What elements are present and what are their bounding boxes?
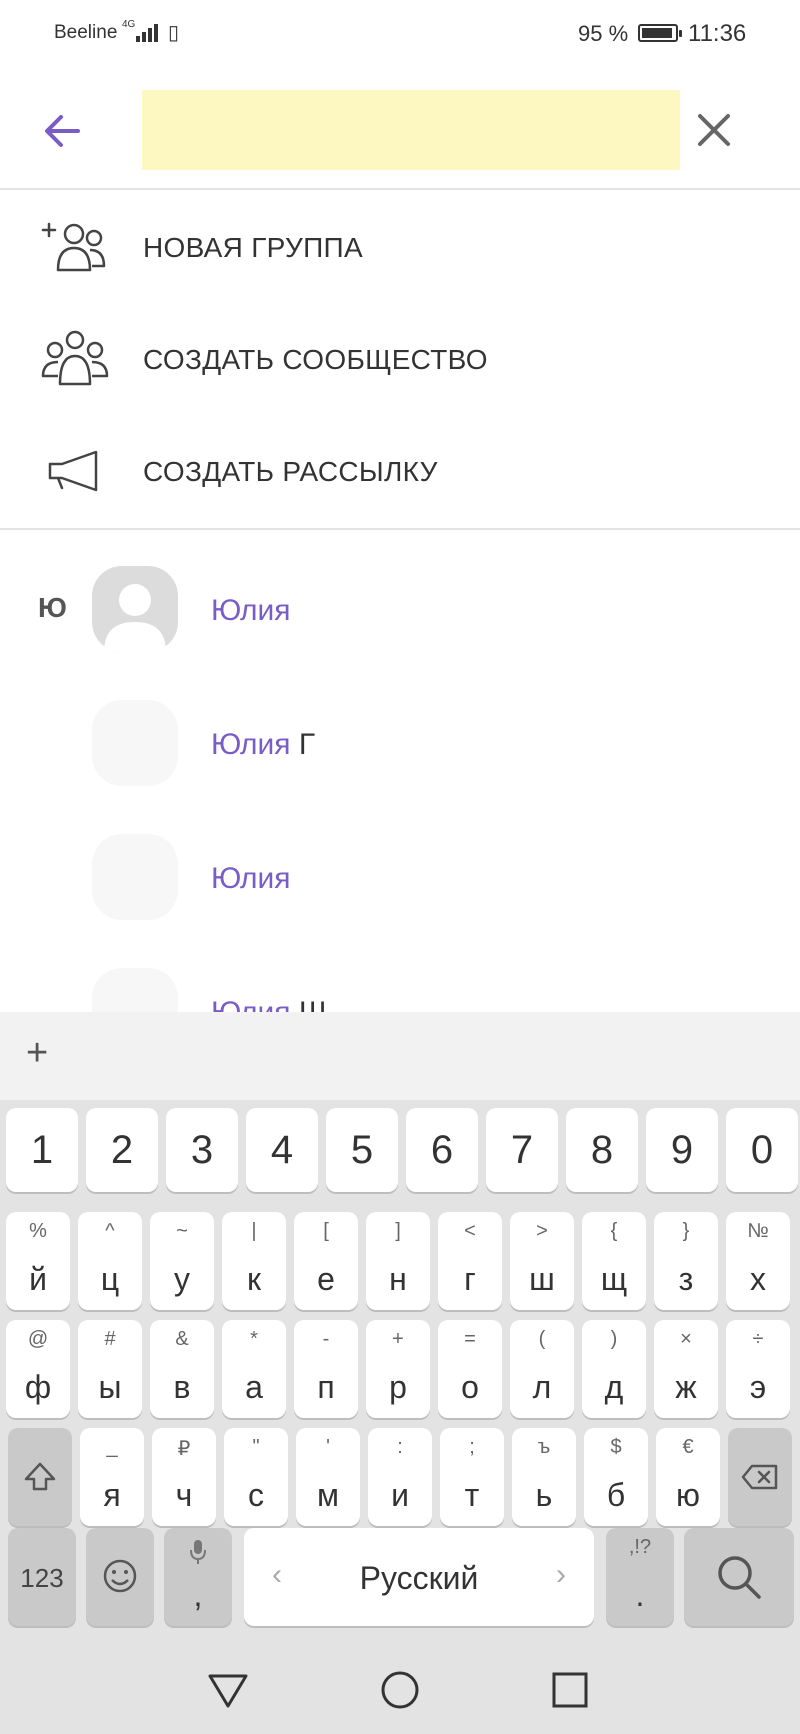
language-next-icon: › xyxy=(556,1558,566,1591)
shift-icon xyxy=(24,1462,56,1491)
key-7[interactable]: 7 xyxy=(486,1108,558,1192)
key-ш[interactable]: > ш xyxy=(510,1212,574,1310)
key-х[interactable]: № х xyxy=(726,1212,790,1310)
circle-home-icon[interactable] xyxy=(376,1666,424,1714)
shift-key[interactable] xyxy=(8,1428,72,1526)
create-broadcast-action[interactable]: СОЗДАТЬ РАССЫЛКУ xyxy=(0,416,800,528)
megaphone-icon xyxy=(48,450,98,492)
contact-name: Юлия Г xyxy=(211,728,316,761)
key-и[interactable]: :и xyxy=(368,1428,432,1526)
key-ф[interactable]: @ ф xyxy=(6,1320,70,1418)
key-4[interactable]: 4 xyxy=(246,1108,318,1192)
divider xyxy=(0,528,800,530)
period-key[interactable]: ,!? . xyxy=(606,1528,674,1626)
add-group-icon xyxy=(41,222,106,272)
key-г[interactable]: < г xyxy=(438,1212,502,1310)
battery-percent: 95 % xyxy=(578,21,629,46)
key-к[interactable]: | к xyxy=(222,1212,286,1310)
triangle-back-icon[interactable] xyxy=(204,1666,252,1714)
clock: 11:36 xyxy=(688,20,747,47)
contact-name: Юлия xyxy=(211,594,291,627)
contact-row[interactable]: Юлия xyxy=(0,834,800,964)
key-н[interactable]: ] н xyxy=(366,1212,430,1310)
keyboard-toolbar: + xyxy=(0,1012,800,1100)
key-8[interactable]: 8 xyxy=(566,1108,638,1192)
key-т[interactable]: ; т xyxy=(440,1428,504,1526)
new-group-label: НОВАЯ ГРУППА xyxy=(143,232,363,263)
avatar xyxy=(92,566,178,652)
square-recents-icon[interactable] xyxy=(546,1666,594,1714)
key-ч[interactable]: ₽ ч xyxy=(152,1428,216,1526)
contact-row[interactable]: Юлия xyxy=(0,566,800,696)
arrow-left-icon[interactable] xyxy=(36,104,90,158)
navigation-bar xyxy=(0,1652,800,1734)
key-ы[interactable]: # ы xyxy=(78,1320,142,1418)
plus-icon[interactable]: + xyxy=(26,1032,48,1075)
search-icon xyxy=(718,1556,761,1599)
key-ц[interactable]: ^ ц xyxy=(78,1212,142,1310)
search-header xyxy=(0,70,800,190)
key-п[interactable]: -п xyxy=(294,1320,358,1418)
key-м[interactable]: ' м xyxy=(296,1428,360,1526)
key-6[interactable]: 6 xyxy=(406,1108,478,1192)
search-key[interactable] xyxy=(684,1528,794,1626)
key-й[interactable]: % й xyxy=(6,1212,70,1310)
key-б[interactable]: $ б xyxy=(584,1428,648,1526)
key-а[interactable]: * а xyxy=(222,1320,286,1418)
key-1[interactable]: 1 xyxy=(6,1108,78,1192)
comma-key[interactable]: , xyxy=(164,1528,232,1626)
create-broadcast-label: СОЗДАТЬ РАССЫЛКУ xyxy=(143,456,438,487)
carrier-name: Beeline xyxy=(54,22,118,43)
key-3[interactable]: 3 xyxy=(166,1108,238,1192)
key-с[interactable]: " с xyxy=(224,1428,288,1526)
space-label: Русский xyxy=(359,1560,479,1596)
emoji-key[interactable] xyxy=(86,1528,154,1626)
key-я[interactable]: _ я xyxy=(80,1428,144,1526)
battery-icon xyxy=(638,24,682,42)
key-0[interactable]: 0 xyxy=(726,1108,798,1192)
key-в[interactable]: & в xyxy=(150,1320,214,1418)
vibrate-icon: ▯ xyxy=(168,22,180,44)
default-avatar-icon xyxy=(104,584,166,652)
key-5[interactable]: 5 xyxy=(326,1108,398,1192)
key-р[interactable]: + р xyxy=(366,1320,430,1418)
backspace-key[interactable] xyxy=(728,1428,792,1526)
status-bar: Beeline 4G ▯ 95 % 11:36 xyxy=(0,0,800,70)
key-з[interactable]: } з xyxy=(654,1212,718,1310)
microphone-icon xyxy=(190,1540,206,1564)
key-2[interactable]: 2 xyxy=(86,1108,158,1192)
create-community-label: СОЗДАТЬ СООБЩЕСТВО xyxy=(143,344,488,375)
key-9[interactable]: 9 xyxy=(646,1108,718,1192)
key-у[interactable]: ~ у xyxy=(150,1212,214,1310)
community-icon xyxy=(41,330,109,386)
search-input[interactable] xyxy=(142,90,680,170)
key-д[interactable]: ) д xyxy=(582,1320,646,1418)
key-ь[interactable]: ъь xyxy=(512,1428,576,1526)
key-ж[interactable]: × ж xyxy=(654,1320,718,1418)
key-ю[interactable]: € ю xyxy=(656,1428,720,1526)
avatar xyxy=(92,834,178,920)
numeric-toggle-key[interactable]: 123 xyxy=(8,1528,76,1626)
space-key[interactable]: ‹ Русский › xyxy=(244,1528,594,1626)
contact-name: Юлия xyxy=(211,862,291,895)
close-icon[interactable] xyxy=(690,104,738,156)
create-community-action[interactable]: СОЗДАТЬ СООБЩЕСТВО xyxy=(0,304,800,416)
new-group-action[interactable]: НОВАЯ ГРУППА xyxy=(0,192,800,304)
key-л[interactable]: (л xyxy=(510,1320,574,1418)
key-э[interactable]: ÷ э xyxy=(726,1320,790,1418)
backspace-icon xyxy=(741,1464,778,1490)
key-щ[interactable]: {щ xyxy=(582,1212,646,1310)
signal-icon xyxy=(136,20,158,42)
contact-row[interactable]: Юлия Г xyxy=(0,700,800,830)
smiley-icon xyxy=(103,1559,137,1593)
network-type: 4G xyxy=(122,19,136,30)
key-е[interactable]: [е xyxy=(294,1212,358,1310)
keyboard: + 1 2 3 4 5 6 7 8 9 0% й ^ ц ~ у | к[е] н < г > ш{щ} з № х @ ф # ы & в… xyxy=(0,1012,800,1652)
avatar xyxy=(92,700,178,786)
key-о[interactable]: = о xyxy=(438,1320,502,1418)
